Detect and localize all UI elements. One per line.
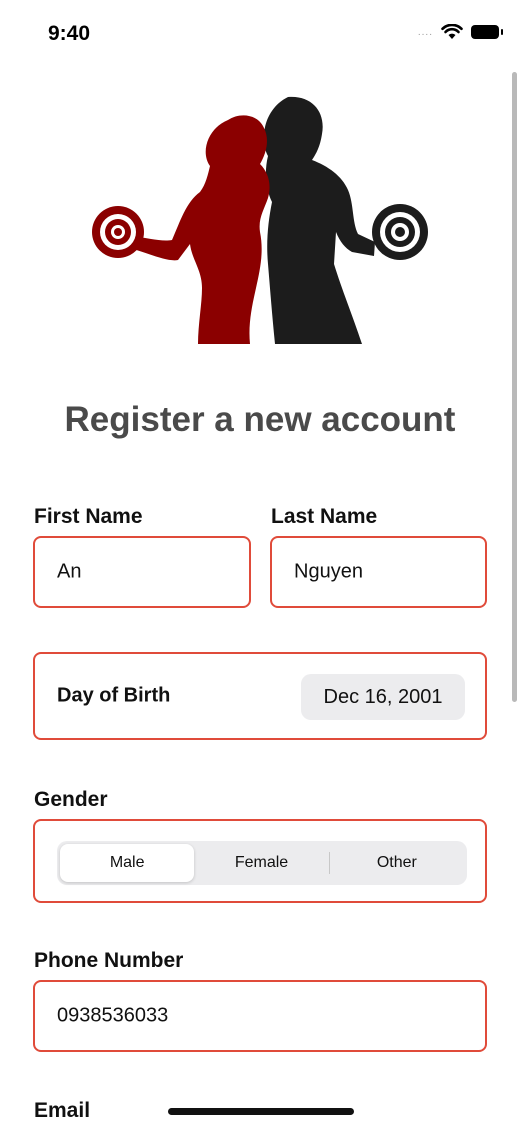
last-name-label: Last Name xyxy=(271,505,378,528)
page-title: Register a new account xyxy=(64,400,456,439)
first-name-label: First Name xyxy=(34,505,143,528)
woman-silhouette-icon xyxy=(92,115,270,344)
fitness-couple-dumbbell-logo xyxy=(92,96,428,345)
status-time: 9:40 xyxy=(48,22,91,45)
phone-value: 0938536033 xyxy=(57,1004,169,1027)
dob-field: Day of Birth Dec 16, 2001 xyxy=(33,652,487,740)
phone-field[interactable]: 0938536033 xyxy=(33,980,487,1052)
gender-label: Gender xyxy=(34,788,108,811)
last-name-value: Nguyen xyxy=(294,560,363,583)
last-name-field[interactable]: Nguyen xyxy=(270,536,487,608)
phone-label: Phone Number xyxy=(34,949,184,972)
gender-option-other[interactable]: Other xyxy=(330,844,464,882)
dob-label: Day of Birth xyxy=(57,684,171,707)
man-silhouette-icon xyxy=(263,96,428,345)
gender-segmented-control: Male Female Other xyxy=(57,841,467,885)
email-label: Email xyxy=(34,1099,91,1122)
battery-icon xyxy=(471,25,503,39)
home-indicator[interactable] xyxy=(168,1108,354,1115)
scroll-indicator[interactable] xyxy=(512,72,517,702)
gender-option-male[interactable]: Male xyxy=(60,844,195,882)
wifi-icon xyxy=(441,24,463,39)
dob-date-picker[interactable]: Dec 16, 2001 xyxy=(301,674,465,720)
cellular-dots-icon: .... xyxy=(417,26,433,38)
status-icons: .... xyxy=(417,24,503,40)
gender-option-female[interactable]: Female xyxy=(194,844,328,882)
gender-field: Male Female Other xyxy=(33,819,487,903)
first-name-field[interactable]: An xyxy=(33,536,251,608)
status-bar: 9:40 .... xyxy=(0,0,525,68)
first-name-value: An xyxy=(57,560,82,583)
